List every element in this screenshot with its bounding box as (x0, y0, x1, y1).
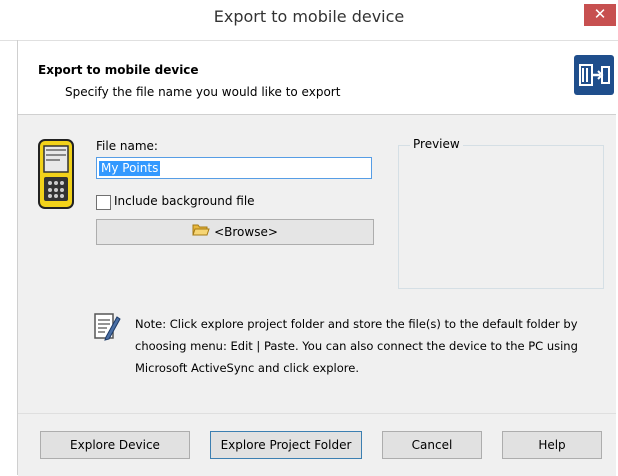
close-button[interactable]: ✕ (584, 4, 616, 26)
folder-open-icon (192, 221, 210, 245)
file-name-value: My Points (99, 161, 161, 176)
file-name-input[interactable]: My Points (96, 157, 372, 179)
mobile-device-icon (38, 139, 74, 209)
browse-button[interactable]: <Browse> (96, 219, 374, 245)
dialog-header: Export to mobile device Specify the file… (18, 54, 614, 114)
title-bar: Export to mobile device ✕ (0, 0, 618, 41)
header-title: Export to mobile device (38, 63, 199, 77)
explore-device-button[interactable]: Explore Device (40, 431, 190, 459)
dialog-footer: Explore Device Explore Project Folder Ca… (18, 413, 616, 476)
cancel-button[interactable]: Cancel (382, 431, 482, 459)
preview-panel (398, 145, 604, 289)
checkbox-box[interactable] (96, 195, 111, 210)
include-background-label[interactable]: Include background file (114, 194, 255, 208)
help-button[interactable]: Help (502, 431, 602, 459)
export-device-icon (574, 55, 614, 95)
file-name-label: File name: (96, 139, 158, 153)
dialog-body: File name: My Points Include background … (18, 115, 616, 413)
browse-label: <Browse> (214, 225, 278, 239)
header-subtitle: Specify the file name you would like to … (65, 85, 341, 99)
explore-project-folder-button[interactable]: Explore Project Folder (210, 431, 362, 459)
preview-label: Preview (410, 137, 463, 151)
note-icon (93, 311, 121, 343)
note-text: Note: Click explore project folder and s… (135, 317, 578, 375)
window-title: Export to mobile device (213, 7, 405, 26)
